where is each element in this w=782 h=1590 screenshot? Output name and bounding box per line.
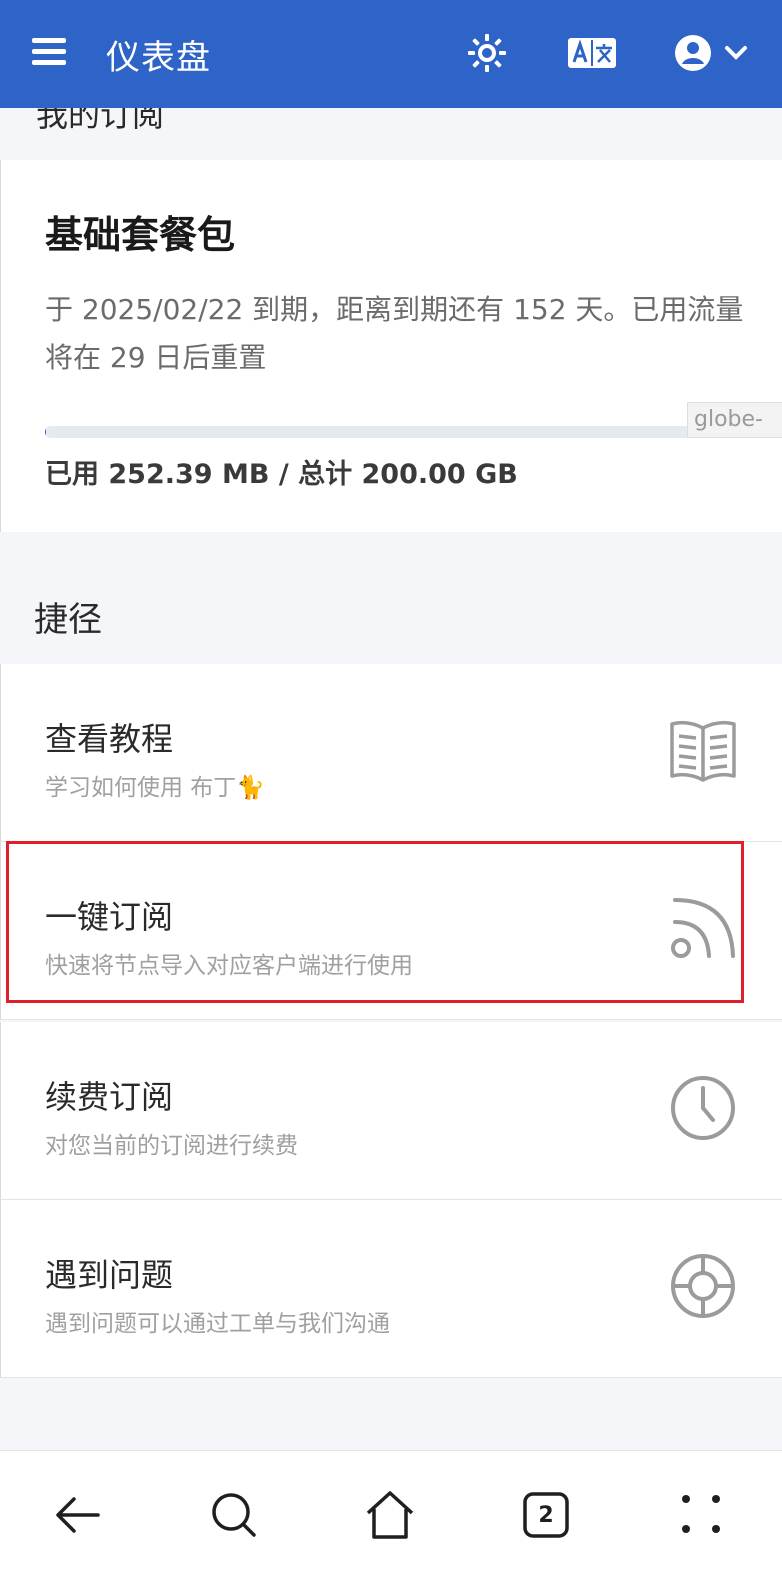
user-menu-button[interactable] <box>674 34 750 72</box>
sun-icon[interactable] <box>468 34 506 72</box>
tooltip: globe- <box>687 402 782 438</box>
home-icon[interactable] <box>364 1489 416 1541</box>
shortcut-desc: 快速将节点导入对应客户端进行使用 <box>45 953 413 979</box>
hamburger-menu-icon[interactable] <box>32 38 66 66</box>
dashboard-page: 仪表盘 我的订阅 基础套餐包 于 2025/02/22 到期，距离到期还有 15… <box>0 0 782 1590</box>
shortcuts-section-header: 捷径 <box>0 566 782 664</box>
shortcut-get-help[interactable]: 遇到问题 遇到问题可以通过工单与我们沟通 <box>0 1200 782 1378</box>
page-title: 仪表盘 <box>106 38 211 78</box>
shortcut-desc: 遇到问题可以通过工单与我们沟通 <box>45 1311 390 1337</box>
lifebuoy-icon <box>669 1252 737 1320</box>
shortcut-title: 一键订阅 <box>45 898 174 936</box>
shortcut-title: 遇到问题 <box>45 1256 174 1294</box>
section-header-label: 捷径 <box>34 600 102 640</box>
usage-progress-bar <box>45 426 737 438</box>
shortcut-desc: 学习如何使用 布丁🐈 <box>45 775 265 801</box>
shortcut-one-click-subscribe[interactable]: 一键订阅 快速将节点导入对应客户端进行使用 <box>0 842 782 1020</box>
user-circle-icon <box>675 35 711 71</box>
shortcut-renew-subscription[interactable]: 续费订阅 对您当前的订阅进行续费 <box>0 1022 782 1200</box>
usage-text: 已用 252.39 MB / 总计 200.00 GB <box>45 459 518 490</box>
usage-progress-fill <box>45 426 46 438</box>
back-arrow-icon[interactable] <box>52 1489 104 1541</box>
subscription-section-header: 我的订阅 <box>0 96 782 160</box>
tabs-count: 2 <box>538 1502 554 1528</box>
top-app-bar: 仪表盘 <box>0 0 782 108</box>
expiry-text: 于 2025/02/22 到期，距离到期还有 152 天。已用流量将在 29 日… <box>45 293 744 374</box>
subscription-card: 基础套餐包 于 2025/02/22 到期，距离到期还有 152 天。已用流量将… <box>0 160 782 532</box>
clock-icon <box>669 1074 737 1142</box>
tabs-button[interactable]: 2 <box>520 1489 572 1541</box>
search-icon[interactable] <box>208 1489 260 1541</box>
chevron-down-icon <box>725 46 747 60</box>
book-open-icon <box>669 716 737 784</box>
plan-name: 基础套餐包 <box>45 213 236 257</box>
more-dots-icon[interactable] <box>676 1489 728 1541</box>
shortcut-view-tutorial[interactable]: 查看教程 学习如何使用 布丁🐈 <box>0 664 782 842</box>
shortcut-title: 续费订阅 <box>45 1078 174 1116</box>
browser-bottom-bar: 2 <box>0 1450 782 1590</box>
shortcut-title: 查看教程 <box>45 720 174 758</box>
content-bottom-spacer <box>0 1380 782 1450</box>
rss-feed-icon <box>669 894 737 962</box>
translate-icon[interactable] <box>568 38 616 68</box>
shortcut-desc: 对您当前的订阅进行续费 <box>45 1133 298 1159</box>
